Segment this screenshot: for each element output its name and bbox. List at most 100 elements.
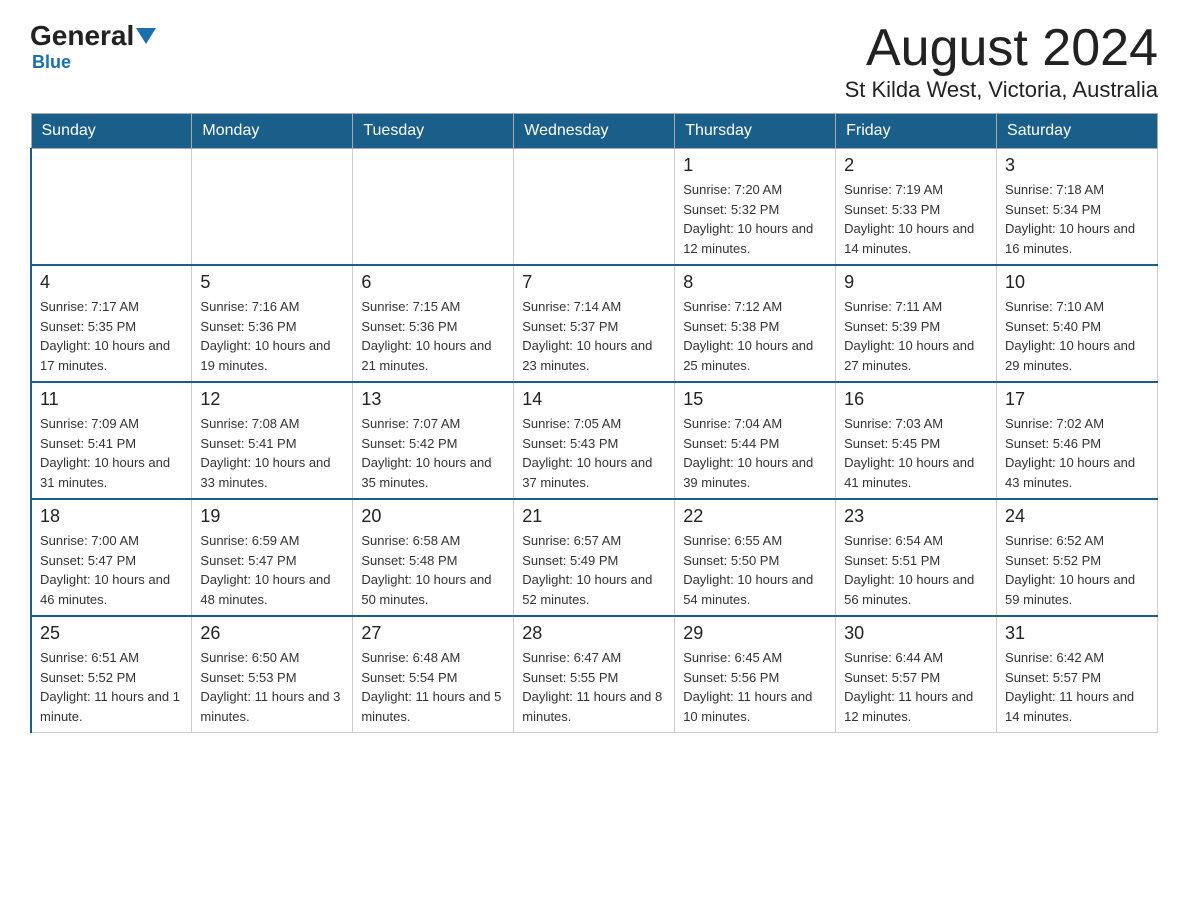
calendar-cell: 3 Sunrise: 7:18 AM Sunset: 5:34 PM Daylig… — [997, 149, 1158, 266]
day-info: Sunrise: 6:50 AM Sunset: 5:53 PM Dayligh… — [200, 648, 344, 726]
calendar-header-friday: Friday — [836, 114, 997, 149]
calendar-week-row: 11Sunrise: 7:09 AM Sunset: 5:41 PM Dayli… — [31, 382, 1158, 499]
page-title: August 2024 — [845, 20, 1158, 77]
day-info: Sunrise: 7:15 AM Sunset: 5:36 PM Dayligh… — [361, 297, 505, 375]
day-info: Sunrise: 7:14 AM Sunset: 5:37 PM Dayligh… — [522, 297, 666, 375]
day-number: 13 — [361, 389, 505, 410]
day-info: Sunrise: 7:07 AM Sunset: 5:42 PM Dayligh… — [361, 414, 505, 492]
day-number: 19 — [200, 506, 344, 527]
day-number: 2 — [844, 155, 988, 176]
day-number: 17 — [1005, 389, 1149, 410]
calendar-cell: 17Sunrise: 7:02 AM Sunset: 5:46 PM Dayli… — [997, 382, 1158, 499]
calendar-cell: 10Sunrise: 7:10 AM Sunset: 5:40 PM Dayli… — [997, 265, 1158, 382]
header: General Blue August 2024 St Kilda West, … — [30, 20, 1158, 103]
day-info: Sunrise: 6:54 AM Sunset: 5:51 PM Dayligh… — [844, 531, 988, 609]
day-info: Sunrise: 6:58 AM Sunset: 5:48 PM Dayligh… — [361, 531, 505, 609]
day-info: Sunrise: 7:20 AM Sunset: 5:32 PM Dayligh… — [683, 180, 827, 258]
calendar-cell — [31, 149, 192, 266]
day-info: Sunrise: 7:05 AM Sunset: 5:43 PM Dayligh… — [522, 414, 666, 492]
calendar-cell: 13 Sunrise: 7:07 AM Sunset: 5:42 PM Dayli… — [353, 382, 514, 499]
day-number: 26 — [200, 623, 344, 644]
day-number: 5 — [200, 272, 344, 293]
calendar-header-thursday: Thursday — [675, 114, 836, 149]
calendar-cell: 20 Sunrise: 6:58 AM Sunset: 5:48 PM Dayli… — [353, 499, 514, 616]
day-number: 23 — [844, 506, 988, 527]
logo-general-text: General — [30, 20, 134, 52]
calendar-cell: 28Sunrise: 6:47 AM Sunset: 5:55 PM Dayli… — [514, 616, 675, 733]
day-info: Sunrise: 6:59 AM Sunset: 5:47 PM Dayligh… — [200, 531, 344, 609]
calendar-cell: 8 Sunrise: 7:12 AM Sunset: 5:38 PM Daylig… — [675, 265, 836, 382]
day-number: 22 — [683, 506, 827, 527]
day-info: Sunrise: 7:03 AM Sunset: 5:45 PM Dayligh… — [844, 414, 988, 492]
day-info: Sunrise: 6:51 AM Sunset: 5:52 PM Dayligh… — [40, 648, 183, 726]
calendar-week-row: 4Sunrise: 7:17 AM Sunset: 5:35 PM Daylig… — [31, 265, 1158, 382]
day-info: Sunrise: 6:48 AM Sunset: 5:54 PM Dayligh… — [361, 648, 505, 726]
calendar-cell: 26 Sunrise: 6:50 AM Sunset: 5:53 PM Dayli… — [192, 616, 353, 733]
day-number: 16 — [844, 389, 988, 410]
day-number: 7 — [522, 272, 666, 293]
calendar-header-wednesday: Wednesday — [514, 114, 675, 149]
day-info: Sunrise: 6:45 AM Sunset: 5:56 PM Dayligh… — [683, 648, 827, 726]
day-info: Sunrise: 7:18 AM Sunset: 5:34 PM Dayligh… — [1005, 180, 1149, 258]
calendar-cell: 25Sunrise: 6:51 AM Sunset: 5:52 PM Dayli… — [31, 616, 192, 733]
day-number: 27 — [361, 623, 505, 644]
calendar-cell: 18 Sunrise: 7:00 AM Sunset: 5:47 PM Dayli… — [31, 499, 192, 616]
calendar-cell: 29 Sunrise: 6:45 AM Sunset: 5:56 PM Dayli… — [675, 616, 836, 733]
day-info: Sunrise: 7:09 AM Sunset: 5:41 PM Dayligh… — [40, 414, 183, 492]
calendar-cell: 12 Sunrise: 7:08 AM Sunset: 5:41 PM Dayli… — [192, 382, 353, 499]
day-info: Sunrise: 6:42 AM Sunset: 5:57 PM Dayligh… — [1005, 648, 1149, 726]
calendar-week-row: 25Sunrise: 6:51 AM Sunset: 5:52 PM Dayli… — [31, 616, 1158, 733]
day-info: Sunrise: 7:00 AM Sunset: 5:47 PM Dayligh… — [40, 531, 183, 609]
logo: General Blue — [30, 20, 156, 73]
calendar-cell: 2 Sunrise: 7:19 AM Sunset: 5:33 PM Daylig… — [836, 149, 997, 266]
page-subtitle: St Kilda West, Victoria, Australia — [845, 77, 1158, 103]
calendar-header-sunday: Sunday — [31, 114, 192, 149]
day-number: 6 — [361, 272, 505, 293]
calendar-header-tuesday: Tuesday — [353, 114, 514, 149]
calendar-cell: 7 Sunrise: 7:14 AM Sunset: 5:37 PM Daylig… — [514, 265, 675, 382]
calendar-cell — [353, 149, 514, 266]
calendar-table: SundayMondayTuesdayWednesdayThursdayFrid… — [30, 113, 1158, 733]
calendar-cell: 23 Sunrise: 6:54 AM Sunset: 5:51 PM Dayli… — [836, 499, 997, 616]
day-number: 15 — [683, 389, 827, 410]
day-number: 24 — [1005, 506, 1149, 527]
calendar-cell: 14 Sunrise: 7:05 AM Sunset: 5:43 PM Dayli… — [514, 382, 675, 499]
day-info: Sunrise: 7:11 AM Sunset: 5:39 PM Dayligh… — [844, 297, 988, 375]
day-number: 20 — [361, 506, 505, 527]
calendar-cell: 6 Sunrise: 7:15 AM Sunset: 5:36 PM Daylig… — [353, 265, 514, 382]
calendar-week-row: 18 Sunrise: 7:00 AM Sunset: 5:47 PM Dayli… — [31, 499, 1158, 616]
calendar-cell: 19 Sunrise: 6:59 AM Sunset: 5:47 PM Dayli… — [192, 499, 353, 616]
calendar-cell: 21Sunrise: 6:57 AM Sunset: 5:49 PM Dayli… — [514, 499, 675, 616]
calendar-cell: 27 Sunrise: 6:48 AM Sunset: 5:54 PM Dayli… — [353, 616, 514, 733]
day-number: 3 — [1005, 155, 1149, 176]
calendar-cell: 4Sunrise: 7:17 AM Sunset: 5:35 PM Daylig… — [31, 265, 192, 382]
day-info: Sunrise: 6:44 AM Sunset: 5:57 PM Dayligh… — [844, 648, 988, 726]
calendar-cell: 31Sunrise: 6:42 AM Sunset: 5:57 PM Dayli… — [997, 616, 1158, 733]
day-info: Sunrise: 7:19 AM Sunset: 5:33 PM Dayligh… — [844, 180, 988, 258]
logo-triangle-icon — [136, 28, 156, 44]
day-number: 8 — [683, 272, 827, 293]
calendar-header-row: SundayMondayTuesdayWednesdayThursdayFrid… — [31, 114, 1158, 149]
day-number: 1 — [683, 155, 827, 176]
day-info: Sunrise: 7:12 AM Sunset: 5:38 PM Dayligh… — [683, 297, 827, 375]
title-area: August 2024 St Kilda West, Victoria, Aus… — [845, 20, 1158, 103]
day-number: 18 — [40, 506, 183, 527]
calendar-cell: 11Sunrise: 7:09 AM Sunset: 5:41 PM Dayli… — [31, 382, 192, 499]
day-number: 29 — [683, 623, 827, 644]
day-number: 14 — [522, 389, 666, 410]
day-number: 12 — [200, 389, 344, 410]
day-number: 30 — [844, 623, 988, 644]
calendar-week-row: 1 Sunrise: 7:20 AM Sunset: 5:32 PM Daylig… — [31, 149, 1158, 266]
calendar-header-saturday: Saturday — [997, 114, 1158, 149]
day-number: 9 — [844, 272, 988, 293]
day-number: 28 — [522, 623, 666, 644]
day-info: Sunrise: 7:04 AM Sunset: 5:44 PM Dayligh… — [683, 414, 827, 492]
day-info: Sunrise: 7:08 AM Sunset: 5:41 PM Dayligh… — [200, 414, 344, 492]
day-number: 10 — [1005, 272, 1149, 293]
day-info: Sunrise: 6:57 AM Sunset: 5:49 PM Dayligh… — [522, 531, 666, 609]
day-info: Sunrise: 6:52 AM Sunset: 5:52 PM Dayligh… — [1005, 531, 1149, 609]
calendar-cell — [192, 149, 353, 266]
calendar-cell — [514, 149, 675, 266]
calendar-cell: 5Sunrise: 7:16 AM Sunset: 5:36 PM Daylig… — [192, 265, 353, 382]
calendar-cell: 22Sunrise: 6:55 AM Sunset: 5:50 PM Dayli… — [675, 499, 836, 616]
